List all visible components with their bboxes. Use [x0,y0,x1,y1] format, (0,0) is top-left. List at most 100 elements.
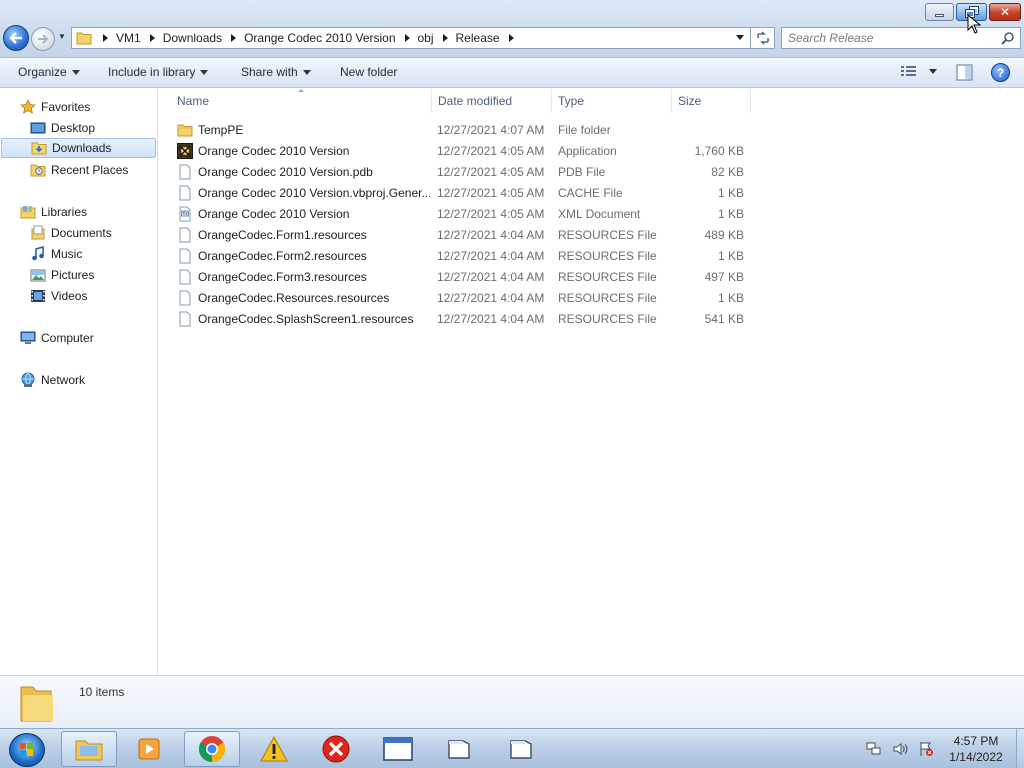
breadcrumb-separator[interactable] [508,34,514,42]
start-button[interactable] [9,733,45,767]
file-type: RESOURCES File [558,312,657,326]
breadcrumb-separator[interactable] [404,34,410,42]
column-date-label: Date modified [438,94,513,108]
file-type: XML Document [558,207,641,221]
taskbar-window-button[interactable] [431,731,487,767]
network-icon[interactable] [866,741,882,757]
computer-icon [20,331,36,344]
column-header-date-modified[interactable]: Date modified [432,89,552,113]
address-bar[interactable]: VM1 Downloads Orange Codec 2010 Version … [71,27,751,49]
search-box[interactable] [781,27,1021,49]
file-date: 12/27/2021 4:05 AM [437,165,545,179]
change-view-button[interactable] [901,65,937,77]
minimize-button[interactable] [925,3,954,21]
chevron-down-icon [71,69,80,75]
taskbar-clock[interactable]: 4:57 PM 1/14/2022 [938,733,1014,765]
action-center-flag-icon[interactable] [918,741,934,757]
file-type: File folder [558,123,611,137]
column-header-size[interactable]: Size [672,89,751,113]
address-dropdown-icon[interactable] [736,35,744,40]
organize-button[interactable]: Organize [18,65,80,79]
forward-button[interactable] [31,27,55,51]
sidebar-item-music[interactable]: Music [30,244,82,264]
file-row-form2[interactable]: OrangeCodec.Form2.resources 12/27/2021 4… [175,246,755,266]
column-header-type[interactable]: Type [552,89,672,113]
sidebar-item-computer[interactable]: Computer [20,328,94,348]
close-button[interactable]: ✕ [989,3,1021,21]
taskbar-warning-button[interactable] [246,731,302,767]
sidebar-item-desktop[interactable]: Desktop [30,118,95,138]
file-name: TempPE [198,123,244,137]
sidebar-item-videos[interactable]: Videos [30,286,87,306]
sidebar-item-label: Recent Places [51,163,129,177]
breadcrumb-separator[interactable] [442,34,448,42]
breadcrumb-downloads[interactable]: Downloads [163,31,222,45]
breadcrumb-separator[interactable] [103,34,108,42]
search-icon[interactable] [1001,31,1015,45]
show-desktop-button[interactable] [1016,729,1024,768]
new-folder-button[interactable]: New folder [340,65,397,79]
sidebar-item-recent-places[interactable]: Recent Places [30,160,128,180]
sidebar-item-label: Desktop [51,121,96,135]
breadcrumb-release[interactable]: Release [456,31,500,45]
recent-pages-dropdown[interactable]: ▼ [58,32,66,41]
file-row-tempPE[interactable]: TempPE 12/27/2021 4:07 AM File folder [175,120,755,140]
recent-places-icon [30,164,46,177]
taskbar-chrome-button[interactable] [184,731,240,767]
arrow-right-icon [38,34,49,44]
breadcrumb-orange-codec[interactable]: Orange Codec 2010 Version [244,31,395,45]
breadcrumb-separator[interactable] [149,34,155,42]
preview-pane-icon[interactable] [956,64,973,81]
file-type: Application [558,144,617,158]
speaker-icon[interactable] [892,741,908,757]
new-folder-label: New folder [340,65,398,79]
share-with-button[interactable]: Share with [241,65,311,79]
close-icon: ✕ [999,5,1011,19]
sidebar-item-documents[interactable]: Documents [30,223,112,243]
file-row-cache[interactable]: Orange Codec 2010 Version.vbproj.Gener..… [175,183,755,203]
file-icon [179,248,191,264]
window-icon [510,740,532,759]
search-input[interactable] [788,30,988,46]
taskbar-window-button[interactable] [493,731,549,767]
taskbar-explorer-button[interactable] [61,731,117,767]
sidebar-item-label: Computer [41,331,94,345]
sidebar-item-network[interactable]: Network [20,370,85,390]
sidebar-item-favorites[interactable]: Favorites [20,97,90,117]
breadcrumb-vm1[interactable]: VM1 [116,31,141,45]
include-in-library-button[interactable]: Include in library [108,65,209,79]
refresh-button[interactable] [751,27,775,49]
file-row-form3[interactable]: OrangeCodec.Form3.resources 12/27/2021 4… [175,267,755,287]
file-row-pdb[interactable]: Orange Codec 2010 Version.pdb 12/27/2021… [175,162,755,182]
windows-explorer-icon [75,740,103,761]
taskbar-media-player-button[interactable] [122,731,178,767]
taskbar-error-button[interactable] [308,731,364,767]
file-size: 1,760 KB [694,144,744,158]
file-type: RESOURCES File [558,249,657,263]
navigation-pane: Favorites Desktop Downloads Recent Place… [0,89,158,675]
file-row-resources[interactable]: OrangeCodec.Resources.resources 12/27/20… [175,288,755,308]
file-row-form1[interactable]: OrangeCodec.Form1.resources 12/27/2021 4… [175,225,755,245]
command-bar: Organize Include in library Share with N… [0,58,1024,88]
arrow-left-icon [9,32,22,44]
clock-time: 4:57 PM [953,734,999,748]
file-name: Orange Codec 2010 Version.vbproj.Gener..… [198,186,430,200]
breadcrumb-obj[interactable]: obj [418,31,434,45]
sidebar-item-label: Pictures [51,268,95,282]
sidebar-item-downloads[interactable]: Downloads [1,138,156,158]
column-type-label: Type [558,94,585,108]
breadcrumb-separator[interactable] [231,34,237,42]
file-row-xml[interactable]: Orange Codec 2010 Version 12/27/2021 4:0… [175,204,755,224]
network-icon [21,372,35,387]
pictures-icon [30,269,46,282]
sidebar-item-pictures[interactable]: Pictures [30,265,94,285]
sidebar-item-libraries[interactable]: Libraries [20,202,87,222]
file-row-splashscreen[interactable]: OrangeCodec.SplashScreen1.resources 12/2… [175,309,755,329]
file-row-application[interactable]: Orange Codec 2010 Version 12/27/2021 4:0… [175,141,755,161]
file-name: OrangeCodec.Form2.resources [198,249,367,263]
help-button[interactable]: ? [991,63,1010,82]
taskbar-window-button[interactable] [370,731,426,767]
back-button[interactable] [3,25,29,51]
column-header-name[interactable]: Name [171,89,432,113]
file-name: OrangeCodec.Resources.resources [198,291,390,305]
